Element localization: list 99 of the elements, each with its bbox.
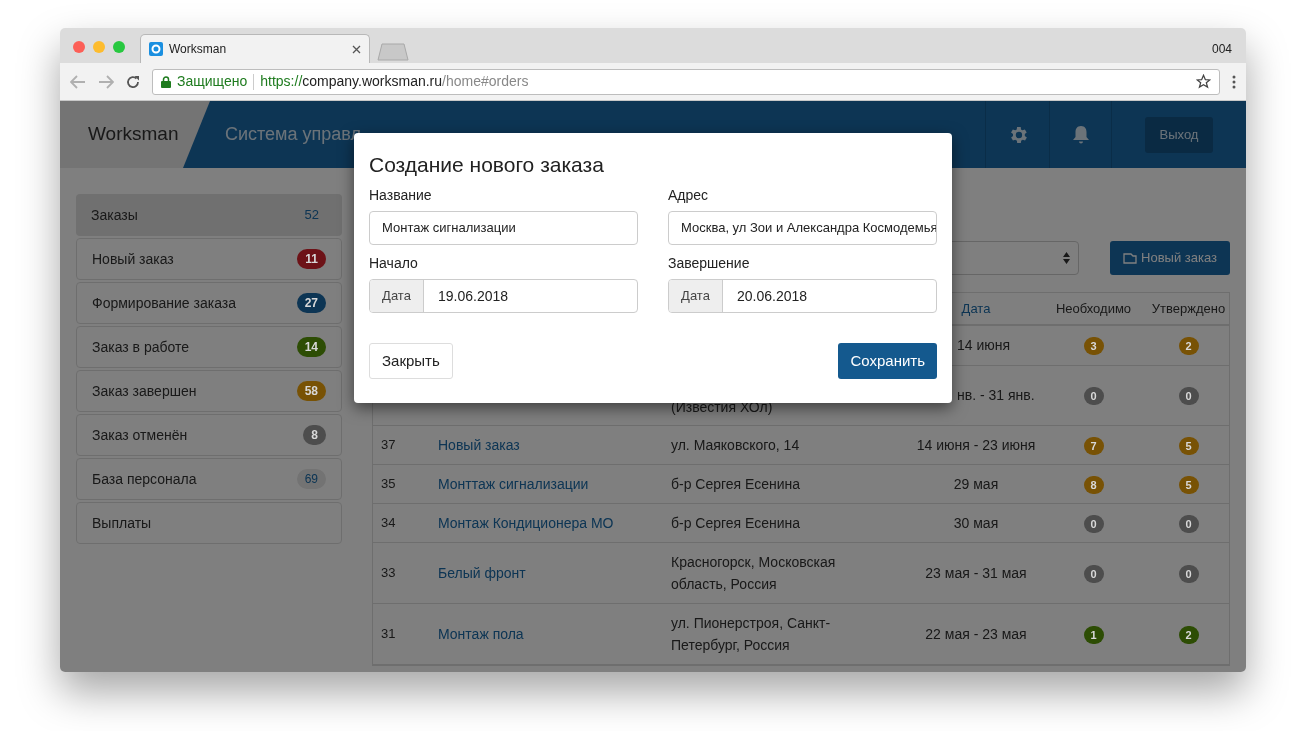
logout-button[interactable]: Выход [1144,116,1214,153]
save-button[interactable]: Сохранить [838,343,937,379]
address-field[interactable]: Защищено https://company.worksman.ru/home#orders [152,68,1220,95]
sidebar-item[interactable]: Выплаты [76,502,342,544]
field-label: Название [369,186,433,205]
field-label: Адрес [668,186,710,205]
logo-text: Worksman [88,122,179,147]
sidebar-item[interactable]: База персонала 69 [76,458,342,500]
count-badge: 0 [1083,387,1104,405]
sidebar-item[interactable]: Заказ в работе 14 [76,326,342,368]
count-badge: 5 [1178,475,1199,494]
browser-tab[interactable]: Worksman [140,34,370,63]
order-link[interactable]: Монтаж Кондиционера МО [438,514,614,531]
select-arrows-icon [1063,252,1071,264]
order-link[interactable]: Монттаж сигнализации [438,475,589,492]
reload-icon[interactable] [126,74,140,89]
lock-icon [161,75,171,88]
order-link[interactable]: Белый фронт [438,564,526,581]
bell-icon[interactable] [1071,124,1090,145]
table-cell: 14 июня [957,337,1011,353]
table-cell: 29 мая [953,475,999,492]
table-cell: 35 [381,476,396,492]
table-cell: б-р Сергея Есенина [671,515,801,531]
sidebar-label: Выплаты [92,513,152,533]
sidebar-label: Заказ отменён [92,425,188,445]
table-cell: ул. Маяковского, 14 [671,437,800,453]
date-field[interactable]: Дата 20.06.2018 [668,279,937,313]
table-cell: нв. - 31 янв. [957,387,1035,403]
security-label: Защищено [177,72,248,91]
sidebar-item[interactable]: Заказ отменён 8 [76,414,342,456]
count-badge: 69 [296,469,326,489]
sidebar-label: Заказ в работе [92,337,190,357]
count-badge: 1 [1083,625,1104,644]
count-badge: 7 [1083,436,1104,455]
count-badge: 2 [1178,337,1199,355]
maximize-window-icon[interactable] [113,41,125,53]
tab-title: Worksman [169,41,228,58]
sidebar-item[interactable]: Заказы 52 [76,194,342,236]
window-label: 004 [1211,41,1232,58]
field-label: Начало [369,254,419,273]
sidebar-item[interactable]: Формирование заказа 27 [76,282,342,324]
count-badge: 14 [296,337,326,357]
field-value: 19.06.2018 [437,286,509,306]
table-cell: б-р Сергея Есенина [671,476,801,492]
count-badge: 11 [297,249,326,269]
count-badge: 58 [296,381,326,401]
table-cell: Красногорск, Московская область, Россия [671,554,836,592]
menu-icon[interactable] [1232,74,1236,89]
count-badge: 8 [1083,475,1104,494]
close-window-icon[interactable] [73,41,85,53]
sidebar-label: Формирование заказа [92,293,236,313]
sidebar-label: Заказ завершен [92,381,197,401]
table-cell: 37 [381,437,396,453]
star-icon[interactable] [1196,74,1211,89]
folder-icon [1123,252,1138,264]
order-link[interactable]: Монтаж пола [438,625,524,642]
count-badge: 0 [1083,514,1104,533]
count-badge: 27 [296,293,326,313]
count-badge: 0 [1178,387,1199,405]
close-button[interactable]: Закрыть [369,343,453,379]
url-text: https://company.worksman.ru/home#orders [260,72,530,91]
sidebar-label: База персонала [92,469,197,489]
date-field[interactable]: Дата 19.06.2018 [369,279,638,313]
sidebar-label: Новый заказ [92,249,174,269]
date-addon: Дата [370,280,424,312]
new-tab-icon[interactable] [376,43,410,61]
close-icon[interactable] [352,44,361,54]
sidebar-label: Заказы [91,205,138,225]
forward-icon[interactable] [98,74,114,89]
date-addon: Дата [669,280,723,312]
table-cell: 31 [381,626,396,642]
table-cell: 22 мая - 23 мая [925,625,1027,642]
new-order-button[interactable]: Новый заказ [1110,241,1230,275]
column-header: Утверждено [1150,299,1227,318]
table-cell: 30 мая [953,514,999,531]
field-label: Завершение [668,254,751,273]
count-badge: 0 [1178,514,1199,533]
count-badge: 0 [1083,564,1104,583]
text-field[interactable]: Монтаж сигнализации [369,211,638,245]
count-badge: 8 [303,425,326,445]
table-cell: 23 мая - 31 мая [925,564,1027,581]
count-badge: 3 [1083,337,1104,355]
count-badge: 5 [1178,436,1199,455]
back-icon[interactable] [70,74,86,89]
table-cell: ул. Пионерстроя, Санкт-Петербург, Россия [671,615,831,653]
column-header: Необходимо [1054,299,1133,318]
sidebar-item[interactable]: Заказ завершен 58 [76,370,342,412]
table-cell: 14 июня - 23 июня [916,436,1036,453]
table-cell: 33 [381,565,396,581]
modal-title: Создание нового заказа [369,152,605,178]
field-value: 20.06.2018 [736,286,808,306]
count-badge: 0 [1178,564,1199,583]
count-badge: 2 [1178,625,1199,644]
text-field[interactable]: Москва, ул Зои и Александра Космодемья [668,211,937,245]
sidebar-item[interactable]: Новый заказ 11 [76,238,342,280]
order-link[interactable]: Новый заказ [438,436,520,453]
app-logo-icon [149,42,163,56]
table-cell: 34 [381,515,396,531]
count-label: 52 [303,206,320,225]
